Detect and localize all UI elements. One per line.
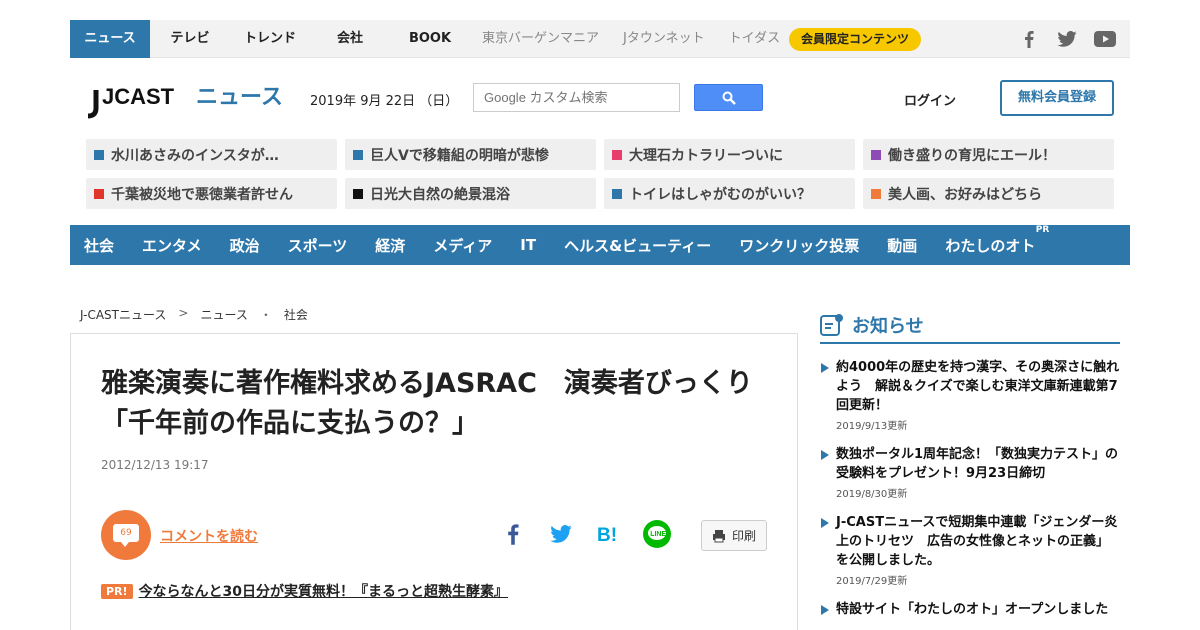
bullet-square	[871, 149, 881, 160]
triangle-bullet-icon	[821, 363, 829, 373]
bullet-square	[353, 188, 363, 199]
pr-tag: PR	[1035, 224, 1050, 235]
twitter-icon[interactable]	[1056, 29, 1078, 49]
notice-text[interactable]: 特設サイト「わたしのオト」オープンしました	[836, 600, 1120, 619]
topnav-jtown[interactable]: Jタウンネット	[611, 20, 717, 58]
promo-tag: PR!	[101, 583, 133, 599]
bullet-square	[612, 149, 622, 160]
pickup-link[interactable]: 大理石カトラリーついに	[604, 139, 855, 170]
notice-date: 2019/7/29更新	[836, 576, 908, 587]
category-oneclick-vote[interactable]: ワンクリック投票	[739, 235, 859, 256]
breadcrumb-society[interactable]: 社会	[284, 306, 308, 323]
list-item[interactable]: 約4000年の歴史を持つ漢字、その奥深さに触れよう 解説＆クイズで楽しむ東洋文庫…	[820, 358, 1120, 432]
comment-count: 69	[113, 524, 139, 547]
article-timestamp: 2012/12/13 19:17	[101, 458, 209, 472]
pickup-link[interactable]: トイレはしゃがむのがいい？	[604, 178, 855, 209]
topnav-trend[interactable]: トレンド	[230, 20, 310, 58]
topnav-tv[interactable]: テレビ	[150, 20, 230, 58]
search-icon	[722, 91, 736, 105]
pickup-links: 水川あさみのインスタが… 巨人Vで移籍組の明暗が悲惨 大理石カトラリーついに 働…	[86, 139, 1114, 209]
register-button[interactable]: 無料会員登録	[1000, 80, 1114, 116]
article: 雅楽演奏に著作権料求めるJASRAC 演奏者びっくり「千年前の作品に支払うの？」…	[70, 333, 798, 630]
promo-text[interactable]: 今ならなんと30日分が実質無料！『まるっと超熟生酵素』	[139, 581, 508, 601]
search-button[interactable]	[694, 84, 763, 111]
pickup-link[interactable]: 働き盛りの育児にエール！	[863, 139, 1114, 170]
print-label: 印刷	[731, 529, 756, 543]
notice-icon	[820, 314, 843, 336]
top-bar: ニュース テレビ トレンド 会社 BOOK 東京バーゲンマニア Jタウンネット …	[70, 20, 1130, 58]
category-video[interactable]: 動画	[887, 235, 917, 256]
breadcrumb-home[interactable]: J-CASTニュース	[80, 306, 166, 323]
notice-text[interactable]: J-CASTニュースで短期集中連載「ジェンダー炎上のトリセツ 広告の女性像とネッ…	[836, 513, 1120, 570]
logo-main: JCAST	[102, 84, 175, 109]
pickup-link[interactable]: 日光大自然の絶景混浴	[345, 178, 596, 209]
svg-text:B!: B!	[597, 525, 617, 544]
list-item[interactable]: 特設サイト「わたしのオト」オープンしました	[820, 600, 1120, 619]
notice-date: 2019/8/30更新	[836, 489, 908, 500]
facebook-share-icon[interactable]	[499, 520, 527, 548]
bullet-square	[94, 188, 104, 199]
triangle-bullet-icon	[821, 605, 829, 615]
top-nav: ニュース テレビ トレンド 会社 BOOK 東京バーゲンマニア Jタウンネット …	[70, 20, 792, 58]
pickup-link[interactable]: 千葉被災地で悪徳業者許せん	[86, 178, 337, 209]
category-society[interactable]: 社会	[84, 235, 114, 256]
pickup-link[interactable]: 水川あさみのインスタが…	[86, 139, 337, 170]
share-buttons: B! LINE	[499, 520, 671, 548]
logo-sub: ニュース	[196, 84, 283, 109]
twitter-share-icon[interactable]	[547, 520, 575, 548]
topnav-toidas[interactable]: トイダス	[717, 20, 792, 58]
breadcrumb-separator: ・	[259, 308, 272, 322]
article-headline: 雅楽演奏に著作権料求めるJASRAC 演奏者びっくり「千年前の作品に支払うの？」	[101, 368, 753, 439]
social-links	[1018, 29, 1116, 49]
login-link[interactable]: ログイン	[904, 90, 956, 109]
category-nav: 社会 エンタメ 政治 スポーツ 経済 メディア IT ヘルス&ビューティー ワン…	[70, 225, 1130, 265]
category-entertainment[interactable]: エンタメ	[142, 235, 202, 256]
list-item[interactable]: 数独ポータル1周年記念！「数独実力テスト」の受験料をプレゼント！9月23日締切 …	[820, 445, 1120, 500]
topnav-news[interactable]: ニュース	[70, 20, 150, 58]
category-health-beauty[interactable]: ヘルス&ビューティー	[564, 235, 711, 256]
facebook-icon[interactable]	[1018, 29, 1040, 49]
category-sports[interactable]: スポーツ	[288, 235, 348, 256]
notice-list: 約4000年の歴史を持つ漢字、その奥深さに触れよう 解説＆クイズで楽しむ東洋文庫…	[820, 358, 1120, 630]
category-it[interactable]: IT	[520, 236, 536, 254]
notice-text[interactable]: 約4000年の歴史を持つ漢字、その奥深さに触れよう 解説＆クイズで楽しむ東洋文庫…	[836, 358, 1120, 415]
youtube-icon[interactable]	[1094, 29, 1116, 49]
topnav-book[interactable]: BOOK	[390, 20, 470, 58]
current-date: 2019年 9月 22日 （日）	[310, 94, 459, 109]
line-share-icon[interactable]: LINE	[643, 520, 671, 548]
print-button[interactable]: 印刷	[701, 520, 767, 551]
pickup-link[interactable]: 巨人Vで移籍組の明暗が悲惨	[345, 139, 596, 170]
triangle-bullet-icon	[821, 450, 829, 460]
hatena-bookmark-icon[interactable]: B!	[595, 520, 623, 548]
triangle-bullet-icon	[821, 518, 829, 528]
breadcrumb: J-CASTニュース > ニュース ・ 社会	[80, 306, 308, 323]
read-comments-link[interactable]: コメントを読む	[160, 526, 258, 546]
bullet-square	[871, 188, 881, 199]
bullet-square	[353, 149, 363, 160]
search-input[interactable]	[473, 83, 680, 112]
category-watashi-no-oto[interactable]: わたしのオト PR	[945, 225, 1049, 256]
notice-date: 2019/9/13更新	[836, 421, 908, 432]
breadcrumb-news[interactable]: ニュース	[200, 306, 247, 323]
member-content-badge[interactable]: 会員限定コンテンツ	[789, 28, 922, 51]
notice-title: お知らせ	[852, 316, 924, 337]
pickup-link[interactable]: 美人画、お好みはどちら	[863, 178, 1114, 209]
list-item[interactable]: J-CASTニュースで短期集中連載「ジェンダー炎上のトリセツ 広告の女性像とネッ…	[820, 513, 1120, 587]
comment-count-badge[interactable]: 69	[101, 510, 151, 560]
topnav-company[interactable]: 会社	[310, 20, 390, 58]
notice-text[interactable]: 数独ポータル1周年記念！「数独実力テスト」の受験料をプレゼント！9月23日締切	[836, 445, 1120, 483]
bullet-square	[612, 188, 622, 199]
notice-header: お知らせ	[820, 308, 1120, 344]
bullet-square	[94, 149, 104, 160]
breadcrumb-separator: >	[178, 306, 189, 320]
svg-text:LINE: LINE	[650, 531, 666, 538]
promo-link[interactable]: PR! 今ならなんと30日分が実質無料！『まるっと超熟生酵素』	[101, 581, 508, 601]
category-economy[interactable]: 経済	[375, 235, 405, 256]
jcast-logo[interactable]: JCAST ニュース	[86, 80, 286, 122]
topnav-bargain-mania[interactable]: 東京バーゲンマニア	[470, 20, 611, 58]
category-politics[interactable]: 政治	[230, 235, 260, 256]
category-media[interactable]: メディア	[433, 235, 492, 256]
printer-icon	[712, 529, 725, 542]
